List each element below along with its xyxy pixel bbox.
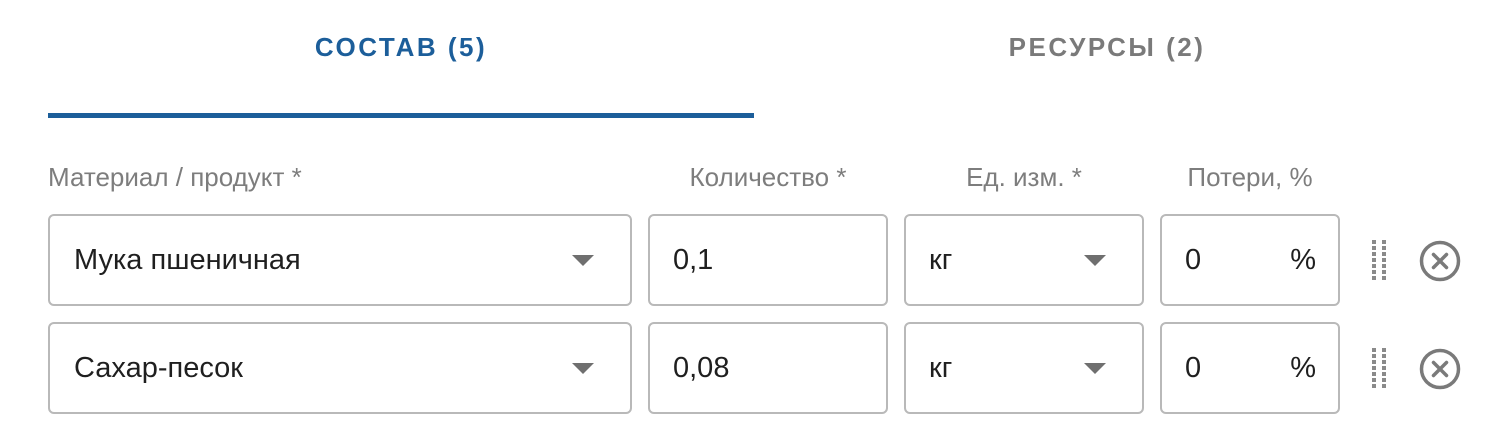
percent-suffix: % [1290, 352, 1316, 384]
tab-resources-label: РЕСУРСЫ (2) [1008, 31, 1206, 62]
column-header-unit: Ед. изм. * [966, 162, 1082, 192]
active-tab-indicator [48, 113, 754, 118]
unit-select[interactable]: кг [904, 214, 1144, 306]
tab-composition-label: СОСТАВ (5) [314, 31, 488, 62]
unit-select[interactable]: кг [904, 322, 1144, 414]
material-value: Сахар-песок [74, 351, 243, 384]
tab-resources[interactable]: РЕСУРСЫ (2) [754, 0, 1460, 118]
chevron-down-icon[interactable] [1084, 363, 1106, 374]
column-header-loss: Потери, % [1187, 162, 1313, 192]
chevron-down-icon[interactable] [572, 255, 594, 266]
close-circle-icon[interactable] [1418, 239, 1462, 283]
drag-handle-icon[interactable] [1368, 240, 1392, 280]
unit-value: кг [929, 351, 953, 384]
loss-input[interactable]: 0 % [1160, 322, 1340, 414]
material-select[interactable]: Сахар-песок [48, 322, 632, 414]
tab-composition[interactable]: СОСТАВ (5) [48, 0, 754, 118]
quantity-input[interactable]: 0,1 [648, 214, 888, 306]
chevron-down-icon[interactable] [1084, 255, 1106, 266]
material-value: Мука пшеничная [74, 243, 301, 276]
drag-handle-icon[interactable] [1368, 348, 1392, 388]
tab-bar: СОСТАВ (5) РЕСУРСЫ (2) [48, 0, 1460, 118]
recipe-composition-editor: СОСТАВ (5) РЕСУРСЫ (2) Материал / продук… [0, 0, 1508, 430]
table-row: Мука пшеничная 0,1 кг 0 % [0, 214, 1508, 306]
quantity-value: 0,08 [673, 351, 730, 384]
material-select[interactable]: Мука пшеничная [48, 214, 632, 306]
chevron-down-icon[interactable] [572, 363, 594, 374]
percent-suffix: % [1290, 244, 1316, 276]
loss-input[interactable]: 0 % [1160, 214, 1340, 306]
table-row: Сахар-песок 0,08 кг 0 % [0, 322, 1508, 414]
quantity-value: 0,1 [673, 243, 714, 276]
column-header-quantity: Количество * [689, 162, 847, 192]
close-circle-icon[interactable] [1418, 347, 1462, 391]
column-header-material: Материал / продукт * [48, 162, 302, 192]
quantity-input[interactable]: 0,08 [648, 322, 888, 414]
unit-value: кг [929, 243, 953, 276]
